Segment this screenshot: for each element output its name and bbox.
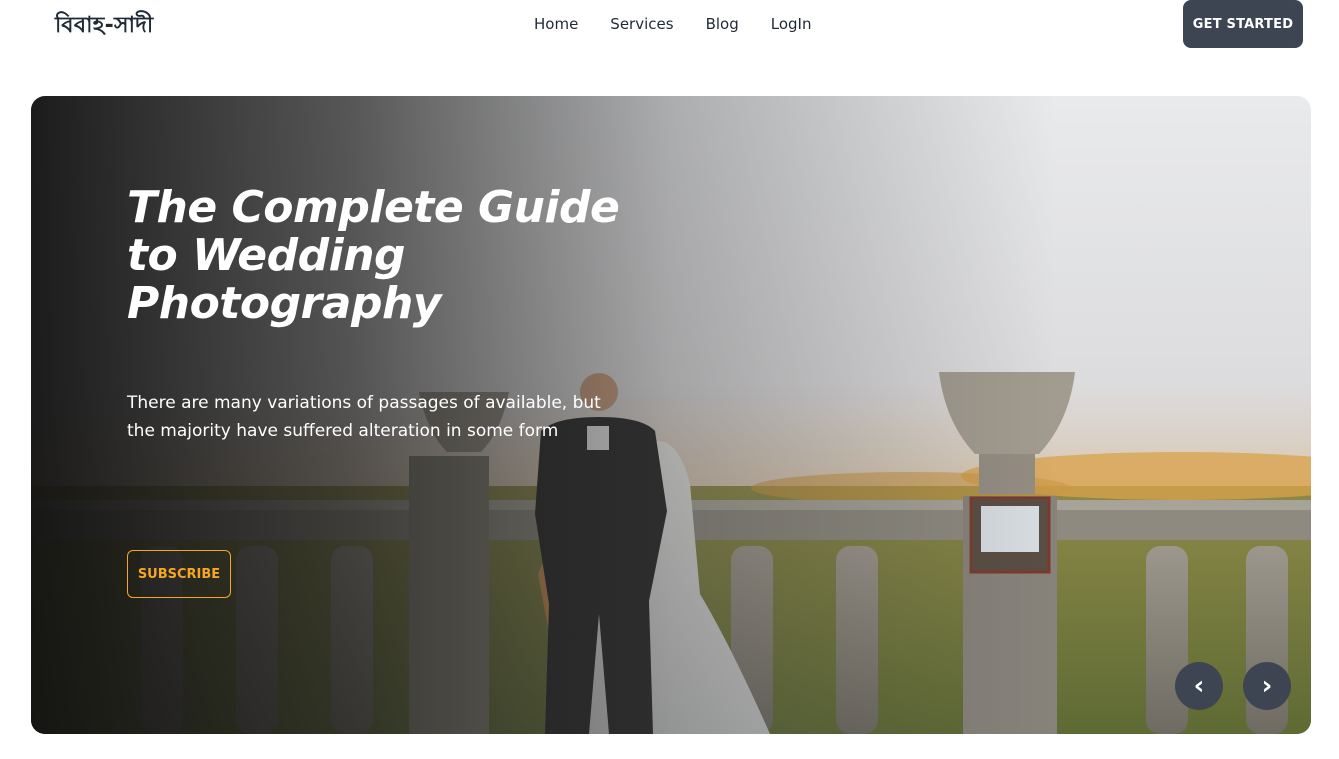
hero-title: The Complete Guide to Wedding Photograph… — [127, 182, 620, 329]
carousel-next-button[interactable]: › — [1243, 662, 1291, 710]
get-started-button[interactable]: GET STARTED — [1183, 0, 1303, 48]
navbar: বিবাহ-সাদী Home Services Blog LogIn GET … — [0, 0, 1339, 50]
chevron-left-icon: ‹ — [1193, 671, 1205, 701]
nav-link-blog[interactable]: Blog — [706, 15, 739, 33]
brand-logo[interactable]: বিবাহ-সাদী — [55, 8, 153, 45]
nav-link-home[interactable]: Home — [534, 15, 578, 33]
nav-link-services[interactable]: Services — [610, 15, 673, 33]
subscribe-button[interactable]: SUBSCRIBE — [127, 550, 231, 598]
hero-banner: The Complete Guide to Wedding Photograph… — [31, 96, 1311, 734]
nav-link-login[interactable]: LogIn — [771, 15, 812, 33]
chevron-right-icon: › — [1261, 671, 1273, 701]
main-nav: Home Services Blog LogIn — [534, 15, 811, 33]
carousel-prev-button[interactable]: ‹ — [1175, 662, 1223, 710]
hero-description: There are many variations of passages of… — [127, 393, 601, 441]
